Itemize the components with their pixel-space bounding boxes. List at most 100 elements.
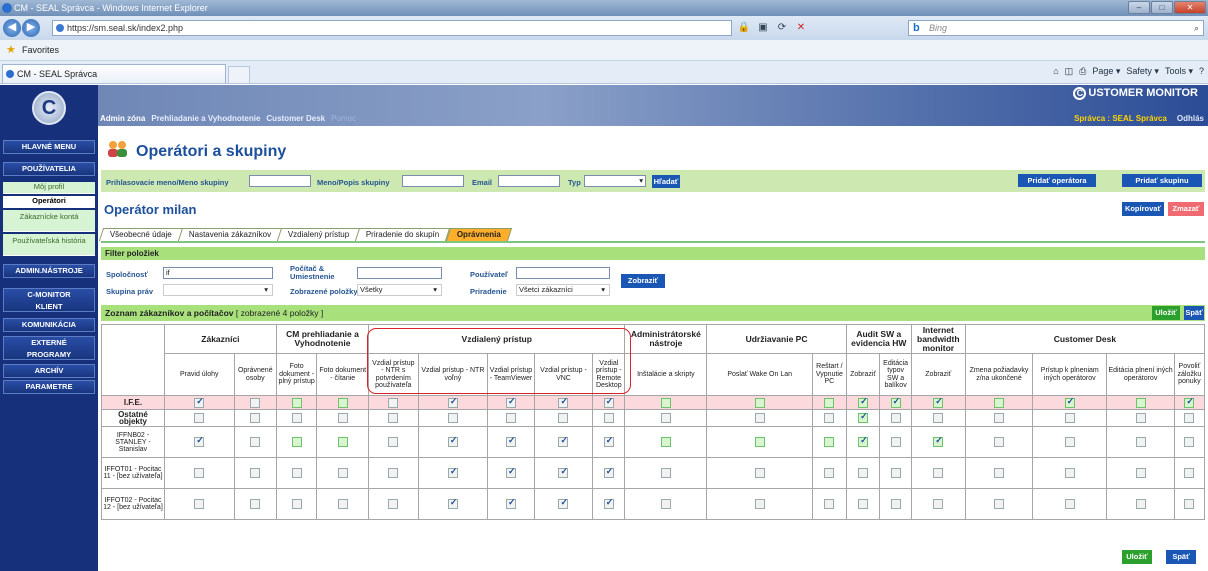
menu-customer-desk[interactable]: Customer Desk — [266, 114, 325, 123]
permission-checkbox[interactable] — [337, 499, 348, 509]
computer-input[interactable] — [357, 267, 442, 279]
permission-checkbox[interactable] — [824, 437, 835, 447]
permission-checkbox[interactable] — [291, 437, 302, 447]
permission-checkbox[interactable] — [250, 437, 261, 447]
permission-checkbox[interactable] — [858, 412, 869, 423]
permission-checkbox[interactable] — [505, 436, 516, 447]
permission-checkbox[interactable] — [337, 413, 348, 423]
page-menu[interactable]: Page ▾ — [1092, 66, 1120, 77]
search-icon[interactable]: ⌕ — [1194, 21, 1199, 35]
permission-checkbox[interactable] — [603, 436, 614, 447]
permission-checkbox[interactable] — [1064, 437, 1075, 447]
permission-checkbox[interactable] — [1064, 413, 1075, 423]
permission-checkbox[interactable] — [337, 468, 348, 478]
permission-checkbox[interactable] — [1135, 413, 1146, 423]
permission-checkbox[interactable] — [194, 468, 205, 478]
forward-icon[interactable]: ▶ — [22, 19, 40, 37]
permission-checkbox[interactable] — [447, 413, 458, 423]
permission-checkbox[interactable] — [558, 413, 569, 423]
compat-icon[interactable]: ▣ — [755, 20, 771, 36]
permission-checkbox[interactable] — [388, 468, 399, 478]
permission-checkbox[interactable] — [388, 397, 399, 408]
permission-checkbox[interactable] — [993, 437, 1004, 447]
name-input[interactable] — [402, 175, 464, 187]
permission-checkbox[interactable] — [754, 397, 765, 408]
home-icon[interactable]: ⌂ — [1053, 66, 1058, 77]
permission-checkbox[interactable] — [194, 499, 205, 509]
permission-checkbox[interactable] — [603, 413, 614, 423]
menu-users[interactable]: POUŽÍVATELIA — [3, 162, 95, 176]
permission-checkbox[interactable] — [660, 397, 671, 408]
print-icon[interactable]: ⎙ — [1079, 66, 1086, 77]
permission-checkbox[interactable] — [824, 413, 835, 423]
user-input[interactable] — [516, 267, 610, 279]
permission-checkbox[interactable] — [447, 467, 458, 478]
menu-cmonitor-client[interactable]: C-MONITOR KLIENT — [3, 288, 95, 312]
back-button-top[interactable]: Späť — [1184, 306, 1204, 320]
star-icon[interactable]: ★ — [6, 44, 16, 56]
menu-admin-tools[interactable]: ADMIN.NÁSTROJE — [3, 264, 95, 278]
type-select[interactable]: ▾ — [584, 175, 646, 187]
menu-browse-evaluate[interactable]: Prehliadanie a Vyhodnotenie — [151, 114, 260, 123]
permission-checkbox[interactable] — [388, 437, 399, 447]
permission-checkbox[interactable] — [558, 436, 569, 447]
permission-checkbox[interactable] — [890, 437, 901, 447]
menu-parameters[interactable]: PARAMETRE — [3, 380, 95, 394]
permission-checkbox[interactable] — [1184, 468, 1195, 478]
submenu-customer-accounts[interactable]: Zákaznícke kontá — [3, 210, 95, 232]
permission-checkbox[interactable] — [754, 413, 765, 423]
delete-button[interactable]: Zmazať — [1168, 202, 1204, 216]
browser-tab[interactable]: CM - SEAL Správca — [2, 64, 226, 83]
email-input[interactable] — [498, 175, 560, 187]
permission-checkbox[interactable] — [603, 397, 614, 408]
permission-checkbox[interactable] — [858, 499, 869, 509]
permission-checkbox[interactable] — [194, 436, 205, 447]
permission-checkbox[interactable] — [447, 397, 458, 408]
safety-menu[interactable]: Safety ▾ — [1126, 66, 1159, 77]
tab-remote-access[interactable]: Vzdialený prístup — [276, 228, 361, 241]
permission-checkbox[interactable] — [558, 498, 569, 509]
help-icon[interactable]: ? — [1199, 66, 1204, 77]
feeds-icon[interactable]: ◫ — [1065, 66, 1074, 77]
permission-checkbox[interactable] — [505, 467, 516, 478]
login-input[interactable] — [249, 175, 311, 187]
permission-checkbox[interactable] — [1064, 397, 1075, 408]
permission-checkbox[interactable] — [447, 436, 458, 447]
permission-checkbox[interactable] — [250, 397, 261, 408]
menu-help[interactable]: Pomoc — [331, 114, 356, 123]
permission-checkbox[interactable] — [505, 397, 516, 408]
save-button-bottom[interactable]: Uložiť — [1122, 550, 1152, 564]
tab-customer-settings[interactable]: Nastavenia zákazníkov — [177, 228, 283, 241]
permission-checkbox[interactable] — [1135, 397, 1146, 408]
search-button[interactable]: Hľadať — [652, 175, 680, 188]
permission-checkbox[interactable] — [660, 413, 671, 423]
permission-checkbox[interactable] — [933, 413, 944, 423]
menu-main[interactable]: HLAVNÉ MENU — [3, 140, 95, 154]
permission-checkbox[interactable] — [824, 499, 835, 509]
add-operator-button[interactable]: Pridať operátora — [1018, 174, 1096, 187]
back-button-bottom[interactable]: Späť — [1166, 550, 1196, 564]
url-input[interactable]: https://sm.seal.sk/index2.php — [52, 20, 732, 36]
permission-checkbox[interactable] — [858, 468, 869, 478]
menu-communication[interactable]: KOMUNIKÁCIA — [3, 318, 95, 332]
permission-checkbox[interactable] — [337, 397, 348, 408]
show-button[interactable]: Zobraziť — [621, 274, 665, 288]
submenu-my-profile[interactable]: Môj profil — [3, 182, 95, 194]
copy-button[interactable]: Kopírovať — [1122, 202, 1164, 216]
permission-checkbox[interactable] — [754, 437, 765, 447]
permission-checkbox[interactable] — [660, 468, 671, 478]
assignment-select[interactable]: Všetci zákazníci ▾ — [516, 284, 610, 296]
submenu-user-history[interactable]: Používateľská história — [3, 234, 95, 256]
permission-checkbox[interactable] — [603, 498, 614, 509]
permission-checkbox[interactable] — [250, 468, 261, 478]
permission-checkbox[interactable] — [890, 499, 901, 509]
permission-checkbox[interactable] — [754, 468, 765, 478]
permission-checkbox[interactable] — [824, 468, 835, 478]
lock-icon[interactable]: 🔒 — [736, 20, 752, 36]
maximize-icon[interactable]: □ — [1151, 1, 1173, 14]
permission-checkbox[interactable] — [1184, 413, 1195, 423]
permission-checkbox[interactable] — [890, 468, 901, 478]
permission-checkbox[interactable] — [291, 413, 302, 423]
permission-checkbox[interactable] — [933, 397, 944, 408]
logout-link[interactable]: Odhlás — [1177, 114, 1204, 123]
